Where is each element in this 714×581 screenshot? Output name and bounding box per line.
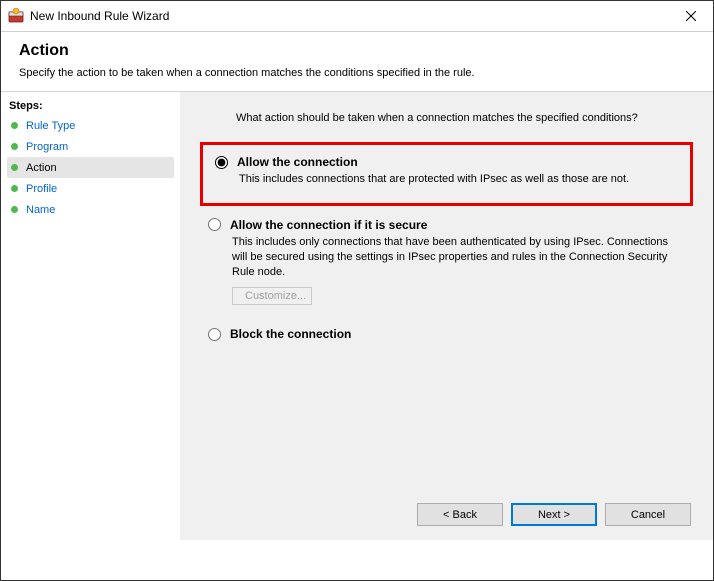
step-profile[interactable]: Profile (7, 178, 174, 199)
step-dot-icon (11, 143, 18, 150)
step-label: Profile (26, 183, 57, 195)
titlebar: New Inbound Rule Wizard (1, 1, 713, 32)
option-allow-secure-desc: This includes only connections that have… (232, 235, 685, 280)
option-block-label: Block the connection (230, 327, 351, 341)
radio-allow-secure[interactable] (208, 218, 221, 231)
option-allow[interactable]: Allow the connection This includes conne… (207, 151, 682, 193)
content-question: What action should be taken when a conne… (236, 112, 693, 124)
option-block[interactable]: Block the connection (200, 323, 693, 347)
highlight-box: Allow the connection This includes conne… (200, 142, 693, 206)
page-title: Action (19, 42, 695, 60)
step-label: Action (26, 162, 57, 174)
main-area: Steps: Rule Type Program Action Profile … (1, 92, 713, 540)
app-icon (8, 8, 24, 24)
step-dot-icon (11, 122, 18, 129)
step-dot-icon (11, 185, 18, 192)
button-footer: < Back Next > Cancel (180, 491, 713, 540)
option-allow-label: Allow the connection (237, 155, 358, 169)
step-rule-type[interactable]: Rule Type (7, 115, 174, 136)
option-allow-secure-label: Allow the connection if it is secure (230, 218, 427, 232)
radio-block[interactable] (208, 328, 221, 341)
step-label: Name (26, 204, 55, 216)
steps-title: Steps: (7, 100, 174, 112)
option-allow-desc: This includes connections that are prote… (239, 172, 674, 187)
step-dot-icon (11, 164, 18, 171)
content-panel: What action should be taken when a conne… (180, 92, 713, 540)
option-allow-secure[interactable]: Allow the connection if it is secure Thi… (200, 214, 693, 312)
radio-allow[interactable] (215, 156, 228, 169)
cancel-button[interactable]: Cancel (605, 503, 691, 526)
customize-button: Customize... (232, 287, 312, 305)
close-icon (686, 11, 696, 21)
step-label: Rule Type (26, 120, 75, 132)
step-name[interactable]: Name (7, 199, 174, 220)
steps-sidebar: Steps: Rule Type Program Action Profile … (1, 92, 180, 540)
step-program[interactable]: Program (7, 136, 174, 157)
page-subtitle: Specify the action to be taken when a co… (19, 67, 695, 79)
step-dot-icon (11, 206, 18, 213)
window-title: New Inbound Rule Wizard (30, 9, 668, 23)
close-button[interactable] (668, 1, 713, 31)
step-label: Program (26, 141, 68, 153)
wizard-header: Action Specify the action to be taken wh… (1, 32, 713, 92)
back-button[interactable]: < Back (417, 503, 503, 526)
next-button[interactable]: Next > (511, 503, 597, 526)
step-action[interactable]: Action (7, 157, 174, 178)
